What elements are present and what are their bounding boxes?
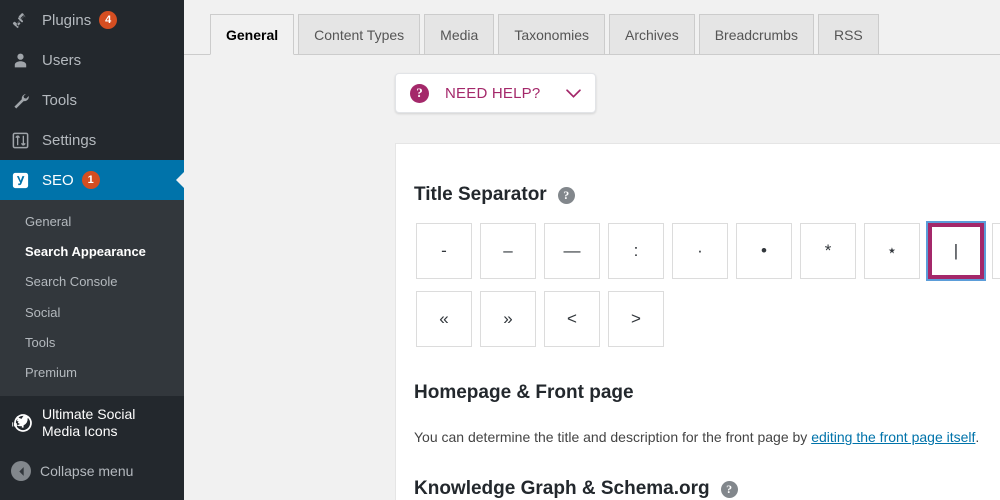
collapse-arrow-icon [11,461,31,481]
homepage-description: You can determine the title and descript… [414,427,979,448]
sidebar-badge-plugins: 4 [99,11,117,29]
seo-submenu: General Search Appearance Search Console… [0,200,184,396]
users-icon [11,51,35,70]
separator-option-star-operator[interactable]: ⋆ [860,219,924,287]
sidebar-item-label: Settings [42,132,96,149]
sidebar-badge-seo: 1 [82,171,100,189]
separator-option-asterisk[interactable]: * [796,219,860,287]
separator-option-en-dash[interactable]: – [476,219,540,287]
question-mark-icon[interactable]: ? [558,187,575,204]
tab-content-types[interactable]: Content Types [298,14,420,54]
sidebar-item-seo-social[interactable]: Social [0,298,184,328]
tab-archives[interactable]: Archives [609,14,695,54]
sidebar-item-seo[interactable]: SEO 1 [0,160,184,200]
separator-option-right-guillemet[interactable]: » [476,287,540,355]
collapse-menu-label: Collapse menu [40,463,133,479]
separator-glyph[interactable]: – [480,223,536,279]
settings-sliders-icon [11,131,35,150]
title-separator-heading: Title Separator [414,184,547,206]
sidebar-item-label: SEO [42,172,74,189]
yoast-logo-icon [11,171,35,190]
edit-front-page-link[interactable]: editing the front page itself [811,429,975,445]
sidebar-item-seo-general[interactable]: General [0,207,184,237]
sidebar-item-users[interactable]: Users [0,40,184,80]
sidebar-item-label: Tools [42,92,77,109]
sidebar-main-menu: Plugins 4 Users Tools [0,0,184,200]
tab-rss[interactable]: RSS [818,14,879,54]
plugin-icon [11,11,35,30]
svg-text:in: in [12,423,18,429]
homepage-heading: Homepage & Front page [414,382,634,404]
usm-label-line2: Media Icons [42,423,117,439]
sidebar-item-plugins[interactable]: Plugins 4 [0,0,184,40]
separator-glyph[interactable]: - [416,223,472,279]
separator-option-greater-than[interactable]: > [604,287,668,355]
sidebar-item-seo-search-console[interactable]: Search Console [0,267,184,297]
tab-taxonomies[interactable]: Taxonomies [498,14,605,54]
tab-media[interactable]: Media [424,14,494,54]
separator-option-less-than[interactable]: < [540,287,604,355]
separator-option-left-guillemet[interactable]: « [412,287,476,355]
title-separator-options: - – — : · • * ⋆ | ~ « » < > [412,219,1000,355]
sidebar-item-label: Ultimate Social Media Icons [42,406,135,440]
knowledge-graph-heading-row: Knowledge Graph & Schema.org ? [414,478,738,500]
separator-glyph[interactable]: « [416,291,472,347]
social-media-icons-icon: in [11,410,35,436]
separator-glyph[interactable]: ~ [992,223,1000,279]
main-content-area: General Content Types Media Taxonomies A… [184,0,1000,500]
admin-sidebar: Plugins 4 Users Tools [0,0,184,500]
homepage-heading-row: Homepage & Front page [414,382,634,404]
separator-glyph[interactable]: : [608,223,664,279]
separator-option-vertical-bar[interactable]: | [924,219,988,287]
need-help-button[interactable]: ? NEED HELP? [395,73,596,113]
tab-general[interactable]: General [210,14,294,55]
usm-label-line1: Ultimate Social [42,406,135,422]
need-help-label: NEED HELP? [445,85,540,102]
title-separator-heading-row: Title Separator ? [414,184,575,206]
separator-option-colon[interactable]: : [604,219,668,287]
homepage-description-after: . [975,429,979,445]
separator-glyph[interactable]: • [736,223,792,279]
wrench-icon [11,91,35,110]
collapse-menu-button[interactable]: Collapse menu [0,452,184,490]
separator-glyph[interactable]: · [672,223,728,279]
sidebar-item-seo-premium[interactable]: Premium [0,358,184,388]
sidebar-item-label: Users [42,52,81,69]
separator-glyph[interactable]: ⋆ [864,223,920,279]
sidebar-item-seo-tools[interactable]: Tools [0,328,184,358]
sidebar-item-settings[interactable]: Settings [0,120,184,160]
separator-option-hyphen[interactable]: - [412,219,476,287]
settings-tabs: General Content Types Media Taxonomies A… [210,14,1000,55]
sidebar-item-tools[interactable]: Tools [0,80,184,120]
question-mark-icon[interactable]: ? [721,481,738,498]
separator-glyph[interactable]: — [544,223,600,279]
wordpress-admin-screen: Plugins 4 Users Tools [0,0,1000,500]
sidebar-item-seo-search-appearance[interactable]: Search Appearance [0,237,184,267]
separator-glyph[interactable]: » [480,291,536,347]
settings-panel: Title Separator ? - – — : · • * ⋆ | ~ « … [395,143,1000,500]
tab-breadcrumbs[interactable]: Breadcrumbs [699,14,814,54]
separator-glyph[interactable]: * [800,223,856,279]
homepage-description-before: You can determine the title and descript… [414,429,811,445]
chevron-down-icon [566,89,581,98]
separator-option-middle-dot[interactable]: · [668,219,732,287]
sidebar-item-label: Plugins [42,12,91,29]
question-mark-icon: ? [410,84,429,103]
separator-option-bullet[interactable]: • [732,219,796,287]
separator-glyph[interactable]: > [608,291,664,347]
separator-glyph[interactable]: < [544,291,600,347]
knowledge-graph-heading: Knowledge Graph & Schema.org [414,478,710,500]
separator-glyph[interactable]: | [928,223,984,279]
separator-option-tilde[interactable]: ~ [988,219,1000,287]
separator-option-em-dash[interactable]: — [540,219,604,287]
sidebar-item-ultimate-social-media-icons[interactable]: in Ultimate Social Media Icons [0,396,184,448]
